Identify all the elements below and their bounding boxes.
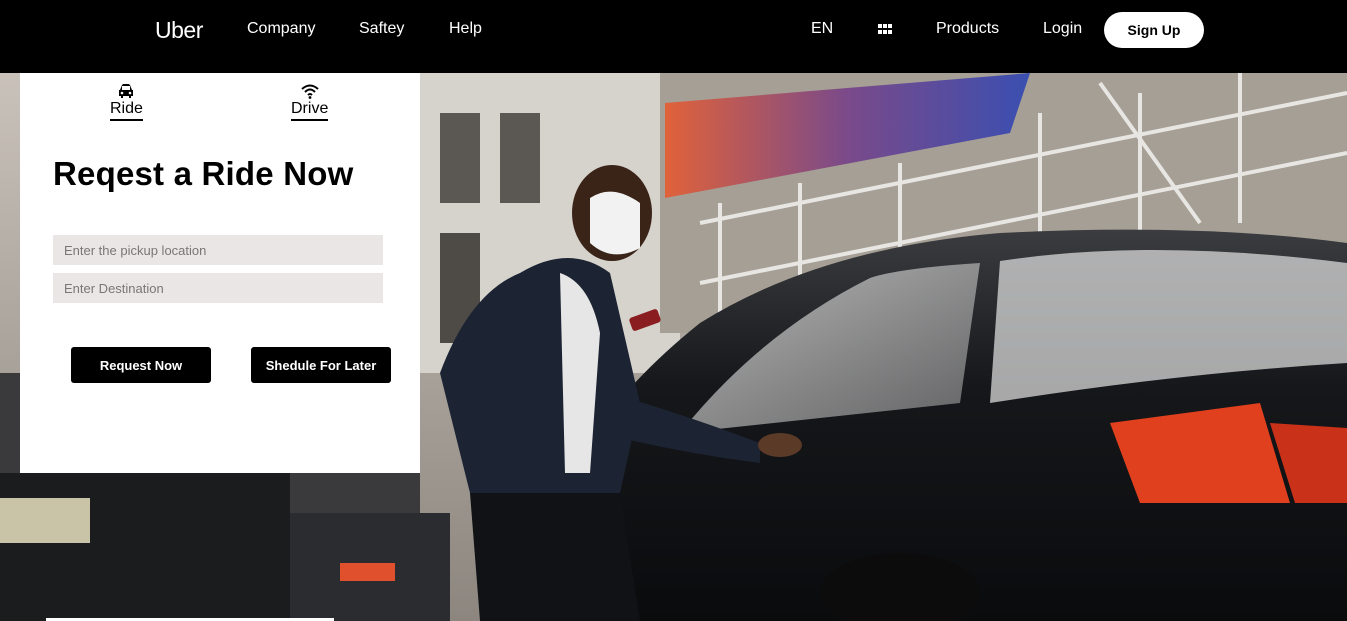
nav-link-safety[interactable]: Saftey (359, 20, 404, 38)
top-navbar: Uber Company Saftey Help EN Products Log… (0, 0, 1347, 73)
nav-link-products[interactable]: Products (936, 20, 999, 38)
pickup-location-input[interactable] (53, 235, 383, 265)
nav-link-login[interactable]: Login (1043, 20, 1082, 38)
uber-logo[interactable]: Uber (155, 17, 203, 44)
grid-icon[interactable] (878, 24, 892, 34)
request-now-button[interactable]: Request Now (71, 347, 211, 383)
schedule-later-button[interactable]: Shedule For Later (251, 347, 391, 383)
destination-input[interactable] (53, 273, 383, 303)
nav-link-help[interactable]: Help (449, 20, 482, 38)
car-icon (119, 84, 134, 98)
tab-ride[interactable]: Ride (110, 83, 143, 121)
nav-link-company[interactable]: Company (247, 20, 315, 38)
page-title: Reqest a Ride Now (53, 155, 354, 192)
request-ride-card: Ride Drive Reqest a Ride Now Request Now… (20, 73, 420, 473)
wifi-icon (301, 84, 319, 99)
language-selector[interactable]: EN (811, 20, 833, 38)
tab-ride-label: Ride (110, 99, 143, 121)
tab-drive-label: Drive (291, 99, 329, 121)
tab-drive[interactable]: Drive (291, 83, 329, 121)
signup-button[interactable]: Sign Up (1104, 12, 1204, 48)
